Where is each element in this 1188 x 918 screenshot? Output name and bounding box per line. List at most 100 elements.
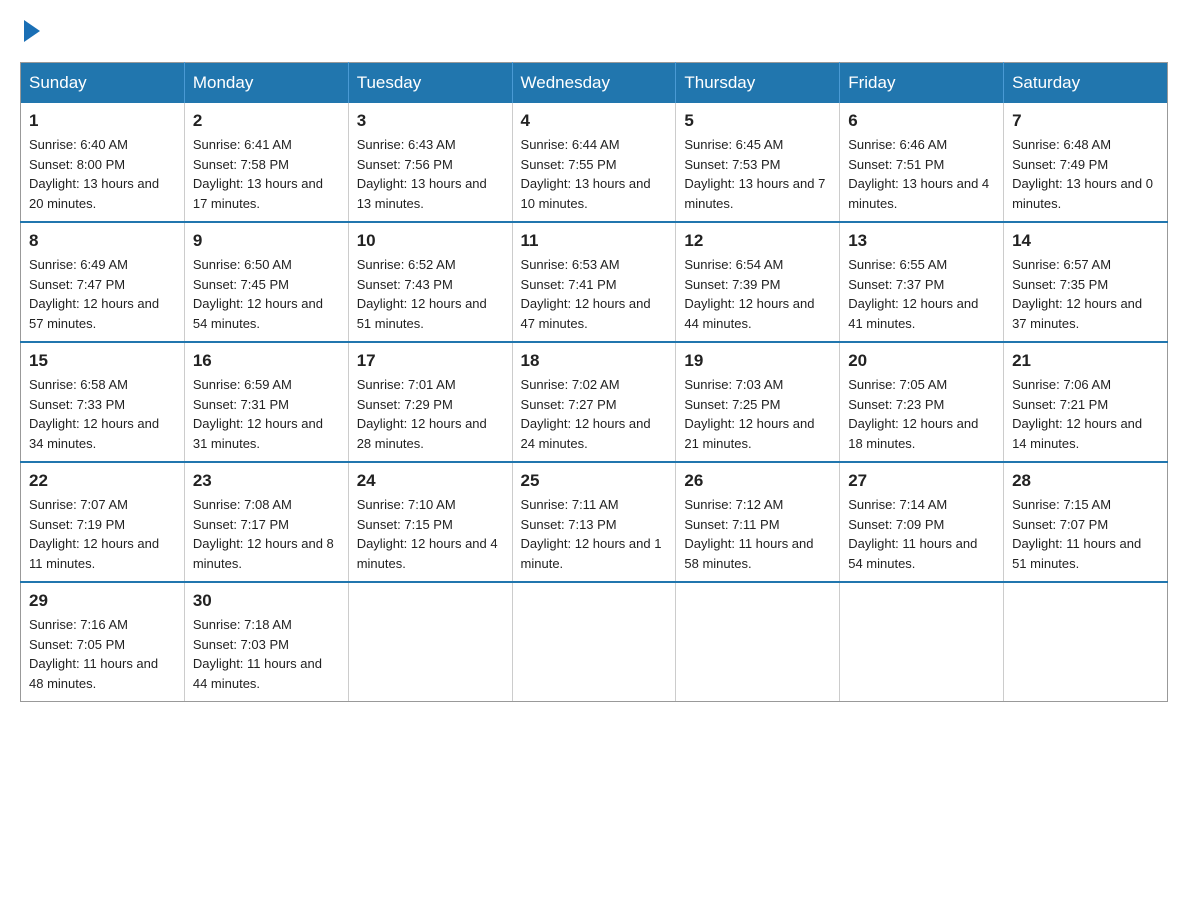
- day-info: Sunrise: 7:11 AM Sunset: 7:13 PM Dayligh…: [521, 495, 668, 573]
- calendar-cell: 16 Sunrise: 6:59 AM Sunset: 7:31 PM Dayl…: [184, 342, 348, 462]
- calendar-cell: 29 Sunrise: 7:16 AM Sunset: 7:05 PM Dayl…: [21, 582, 185, 702]
- calendar-cell: 24 Sunrise: 7:10 AM Sunset: 7:15 PM Dayl…: [348, 462, 512, 582]
- day-number: 13: [848, 231, 995, 251]
- day-info: Sunrise: 6:54 AM Sunset: 7:39 PM Dayligh…: [684, 255, 831, 333]
- day-number: 27: [848, 471, 995, 491]
- day-info: Sunrise: 7:18 AM Sunset: 7:03 PM Dayligh…: [193, 615, 340, 693]
- day-number: 21: [1012, 351, 1159, 371]
- day-number: 19: [684, 351, 831, 371]
- calendar-cell: 1 Sunrise: 6:40 AM Sunset: 8:00 PM Dayli…: [21, 103, 185, 222]
- day-info: Sunrise: 6:59 AM Sunset: 7:31 PM Dayligh…: [193, 375, 340, 453]
- day-info: Sunrise: 7:01 AM Sunset: 7:29 PM Dayligh…: [357, 375, 504, 453]
- calendar-cell: 4 Sunrise: 6:44 AM Sunset: 7:55 PM Dayli…: [512, 103, 676, 222]
- calendar-cell: 2 Sunrise: 6:41 AM Sunset: 7:58 PM Dayli…: [184, 103, 348, 222]
- calendar-cell: 5 Sunrise: 6:45 AM Sunset: 7:53 PM Dayli…: [676, 103, 840, 222]
- day-info: Sunrise: 7:06 AM Sunset: 7:21 PM Dayligh…: [1012, 375, 1159, 453]
- day-number: 30: [193, 591, 340, 611]
- day-info: Sunrise: 6:46 AM Sunset: 7:51 PM Dayligh…: [848, 135, 995, 213]
- day-info: Sunrise: 6:43 AM Sunset: 7:56 PM Dayligh…: [357, 135, 504, 213]
- day-info: Sunrise: 6:44 AM Sunset: 7:55 PM Dayligh…: [521, 135, 668, 213]
- calendar-week-row: 29 Sunrise: 7:16 AM Sunset: 7:05 PM Dayl…: [21, 582, 1168, 702]
- calendar-header-sunday: Sunday: [21, 63, 185, 104]
- calendar-header-tuesday: Tuesday: [348, 63, 512, 104]
- calendar-cell: 23 Sunrise: 7:08 AM Sunset: 7:17 PM Dayl…: [184, 462, 348, 582]
- logo: [20, 20, 40, 42]
- calendar-cell: 10 Sunrise: 6:52 AM Sunset: 7:43 PM Dayl…: [348, 222, 512, 342]
- calendar-cell: 21 Sunrise: 7:06 AM Sunset: 7:21 PM Dayl…: [1004, 342, 1168, 462]
- calendar-cell: 8 Sunrise: 6:49 AM Sunset: 7:47 PM Dayli…: [21, 222, 185, 342]
- day-number: 17: [357, 351, 504, 371]
- calendar-cell: [1004, 582, 1168, 702]
- calendar-cell: 22 Sunrise: 7:07 AM Sunset: 7:19 PM Dayl…: [21, 462, 185, 582]
- calendar-cell: 26 Sunrise: 7:12 AM Sunset: 7:11 PM Dayl…: [676, 462, 840, 582]
- day-number: 24: [357, 471, 504, 491]
- day-number: 20: [848, 351, 995, 371]
- calendar-cell: 14 Sunrise: 6:57 AM Sunset: 7:35 PM Dayl…: [1004, 222, 1168, 342]
- day-number: 5: [684, 111, 831, 131]
- day-info: Sunrise: 6:53 AM Sunset: 7:41 PM Dayligh…: [521, 255, 668, 333]
- calendar-header-monday: Monday: [184, 63, 348, 104]
- day-info: Sunrise: 6:48 AM Sunset: 7:49 PM Dayligh…: [1012, 135, 1159, 213]
- day-number: 25: [521, 471, 668, 491]
- calendar-table: SundayMondayTuesdayWednesdayThursdayFrid…: [20, 62, 1168, 702]
- day-info: Sunrise: 6:55 AM Sunset: 7:37 PM Dayligh…: [848, 255, 995, 333]
- calendar-cell: 28 Sunrise: 7:15 AM Sunset: 7:07 PM Dayl…: [1004, 462, 1168, 582]
- day-info: Sunrise: 7:07 AM Sunset: 7:19 PM Dayligh…: [29, 495, 176, 573]
- day-info: Sunrise: 6:57 AM Sunset: 7:35 PM Dayligh…: [1012, 255, 1159, 333]
- day-info: Sunrise: 6:41 AM Sunset: 7:58 PM Dayligh…: [193, 135, 340, 213]
- calendar-cell: 6 Sunrise: 6:46 AM Sunset: 7:51 PM Dayli…: [840, 103, 1004, 222]
- day-number: 1: [29, 111, 176, 131]
- calendar-cell: 15 Sunrise: 6:58 AM Sunset: 7:33 PM Dayl…: [21, 342, 185, 462]
- calendar-header-wednesday: Wednesday: [512, 63, 676, 104]
- day-number: 29: [29, 591, 176, 611]
- page-header: [20, 20, 1168, 42]
- day-number: 2: [193, 111, 340, 131]
- day-number: 14: [1012, 231, 1159, 251]
- day-info: Sunrise: 7:03 AM Sunset: 7:25 PM Dayligh…: [684, 375, 831, 453]
- day-number: 16: [193, 351, 340, 371]
- day-number: 12: [684, 231, 831, 251]
- day-info: Sunrise: 7:16 AM Sunset: 7:05 PM Dayligh…: [29, 615, 176, 693]
- calendar-header-friday: Friday: [840, 63, 1004, 104]
- day-info: Sunrise: 6:49 AM Sunset: 7:47 PM Dayligh…: [29, 255, 176, 333]
- day-info: Sunrise: 7:10 AM Sunset: 7:15 PM Dayligh…: [357, 495, 504, 573]
- calendar-cell: 7 Sunrise: 6:48 AM Sunset: 7:49 PM Dayli…: [1004, 103, 1168, 222]
- day-info: Sunrise: 7:12 AM Sunset: 7:11 PM Dayligh…: [684, 495, 831, 573]
- calendar-cell: [348, 582, 512, 702]
- day-number: 9: [193, 231, 340, 251]
- day-number: 11: [521, 231, 668, 251]
- day-info: Sunrise: 6:40 AM Sunset: 8:00 PM Dayligh…: [29, 135, 176, 213]
- day-number: 26: [684, 471, 831, 491]
- day-info: Sunrise: 6:52 AM Sunset: 7:43 PM Dayligh…: [357, 255, 504, 333]
- day-number: 23: [193, 471, 340, 491]
- calendar-header-saturday: Saturday: [1004, 63, 1168, 104]
- day-info: Sunrise: 7:05 AM Sunset: 7:23 PM Dayligh…: [848, 375, 995, 453]
- day-number: 4: [521, 111, 668, 131]
- calendar-week-row: 1 Sunrise: 6:40 AM Sunset: 8:00 PM Dayli…: [21, 103, 1168, 222]
- calendar-cell: [512, 582, 676, 702]
- calendar-cell: 17 Sunrise: 7:01 AM Sunset: 7:29 PM Dayl…: [348, 342, 512, 462]
- day-number: 6: [848, 111, 995, 131]
- calendar-cell: 27 Sunrise: 7:14 AM Sunset: 7:09 PM Dayl…: [840, 462, 1004, 582]
- calendar-cell: 11 Sunrise: 6:53 AM Sunset: 7:41 PM Dayl…: [512, 222, 676, 342]
- day-number: 22: [29, 471, 176, 491]
- day-info: Sunrise: 6:45 AM Sunset: 7:53 PM Dayligh…: [684, 135, 831, 213]
- calendar-cell: 25 Sunrise: 7:11 AM Sunset: 7:13 PM Dayl…: [512, 462, 676, 582]
- day-number: 28: [1012, 471, 1159, 491]
- calendar-cell: 12 Sunrise: 6:54 AM Sunset: 7:39 PM Dayl…: [676, 222, 840, 342]
- calendar-cell: 3 Sunrise: 6:43 AM Sunset: 7:56 PM Dayli…: [348, 103, 512, 222]
- day-info: Sunrise: 6:50 AM Sunset: 7:45 PM Dayligh…: [193, 255, 340, 333]
- calendar-header-thursday: Thursday: [676, 63, 840, 104]
- calendar-week-row: 8 Sunrise: 6:49 AM Sunset: 7:47 PM Dayli…: [21, 222, 1168, 342]
- calendar-cell: 30 Sunrise: 7:18 AM Sunset: 7:03 PM Dayl…: [184, 582, 348, 702]
- day-number: 15: [29, 351, 176, 371]
- day-info: Sunrise: 7:15 AM Sunset: 7:07 PM Dayligh…: [1012, 495, 1159, 573]
- day-info: Sunrise: 6:58 AM Sunset: 7:33 PM Dayligh…: [29, 375, 176, 453]
- day-number: 3: [357, 111, 504, 131]
- calendar-cell: [840, 582, 1004, 702]
- calendar-week-row: 15 Sunrise: 6:58 AM Sunset: 7:33 PM Dayl…: [21, 342, 1168, 462]
- calendar-cell: [676, 582, 840, 702]
- day-number: 10: [357, 231, 504, 251]
- calendar-cell: 19 Sunrise: 7:03 AM Sunset: 7:25 PM Dayl…: [676, 342, 840, 462]
- calendar-cell: 13 Sunrise: 6:55 AM Sunset: 7:37 PM Dayl…: [840, 222, 1004, 342]
